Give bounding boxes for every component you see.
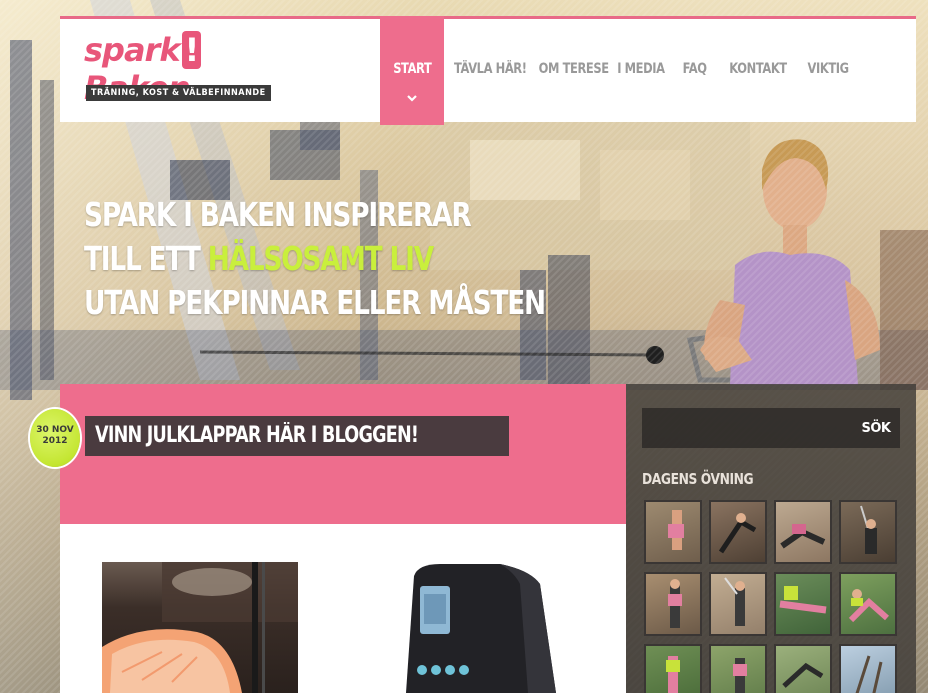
hero-accent-text: HÄLSOSAMT LIV <box>207 239 434 278</box>
nav-item-start[interactable]: START <box>380 16 444 125</box>
exercise-photo-icon <box>724 577 745 626</box>
search-button[interactable]: SÖK <box>852 408 900 448</box>
hero-line-3: UTAN PEKPINNAR ELLER MÅSTEN <box>84 283 546 322</box>
search-box: SÖK <box>642 408 900 448</box>
device-photo <box>406 564 556 693</box>
search-input[interactable] <box>642 408 852 448</box>
main-content: VINN JULKLAPPAR HÄR I BLOGGEN! <box>60 384 626 693</box>
exercise-thumbnail-grid <box>644 500 902 693</box>
site-header: spark!Baken TRÄNING, KOST & VÄLBEFINNAND… <box>60 16 916 125</box>
post-image-grapefruit[interactable] <box>102 562 298 693</box>
nav-item-kontakt[interactable]: KONTAKT <box>729 16 787 125</box>
exercise-thumbnail[interactable] <box>644 500 702 564</box>
exercise-photo-icon <box>782 662 824 688</box>
exercise-photo-icon <box>666 656 680 693</box>
exercise-thumbnail[interactable] <box>774 644 832 693</box>
exercise-photo-icon <box>848 589 889 623</box>
post-header-band: VINN JULKLAPPAR HÄR I BLOGGEN! <box>60 384 626 524</box>
grapefruit-photo <box>102 562 298 693</box>
site-logo[interactable]: spark!Baken TRÄNING, KOST & VÄLBEFINNAND… <box>84 31 271 109</box>
hero-line-2: TILL ETT HÄLSOSAMT LIV <box>84 239 434 278</box>
post-image-device[interactable] <box>380 564 580 693</box>
exercise-thumbnail[interactable] <box>774 572 832 636</box>
nav-item-faq[interactable]: FAQ <box>682 16 706 125</box>
exercise-thumbnail[interactable] <box>839 572 897 636</box>
exercise-thumbnail[interactable] <box>709 644 767 693</box>
post-date-badge: 30 NOV 2012 <box>30 409 80 467</box>
post-title[interactable]: VINN JULKLAPPAR HÄR I BLOGGEN! <box>85 416 509 456</box>
exercise-thumbnail[interactable] <box>644 644 702 693</box>
logo-tagline: TRÄNING, KOST & VÄLBEFINNANDE <box>86 85 271 101</box>
exercise-thumbnail[interactable] <box>774 500 832 564</box>
exercise-photo-icon <box>855 655 883 693</box>
exercise-photo-icon <box>779 586 827 614</box>
nav-item-viktig[interactable]: VIKTIG <box>807 16 849 125</box>
nav-item-tavla-har[interactable]: TÄVLA HÄR! <box>454 16 527 125</box>
hero-line-1: SPARK I BAKEN INSPIRERAR <box>84 195 472 234</box>
exercise-photo-icon <box>668 510 684 550</box>
exercise-photo-icon <box>668 579 682 628</box>
exercise-thumbnail[interactable] <box>839 644 897 693</box>
sidebar: SÖK DAGENS ÖVNING <box>626 384 916 693</box>
chevron-down-icon <box>407 95 417 102</box>
daily-exercise-heading: DAGENS ÖVNING <box>642 470 754 488</box>
exercise-thumbnail[interactable] <box>709 500 767 564</box>
exercise-photo-icon <box>780 524 826 549</box>
exercise-photo-icon <box>718 513 757 554</box>
exercise-thumbnail[interactable] <box>644 572 702 636</box>
nav-item-om-terese[interactable]: OM TERESE <box>538 16 608 125</box>
main-nav: START TÄVLA HÄR! OM TERESE I MEDIA FAQ K… <box>380 16 853 125</box>
exercise-thumbnail[interactable] <box>839 500 897 564</box>
exercise-photo-icon <box>733 658 747 693</box>
hero-headline: SPARK I BAKEN INSPIRERAR TILL ETT HÄLSOS… <box>84 193 546 325</box>
exercise-thumbnail[interactable] <box>709 572 767 636</box>
exercise-photo-icon <box>860 505 877 554</box>
nav-item-i-media[interactable]: I MEDIA <box>617 16 665 125</box>
